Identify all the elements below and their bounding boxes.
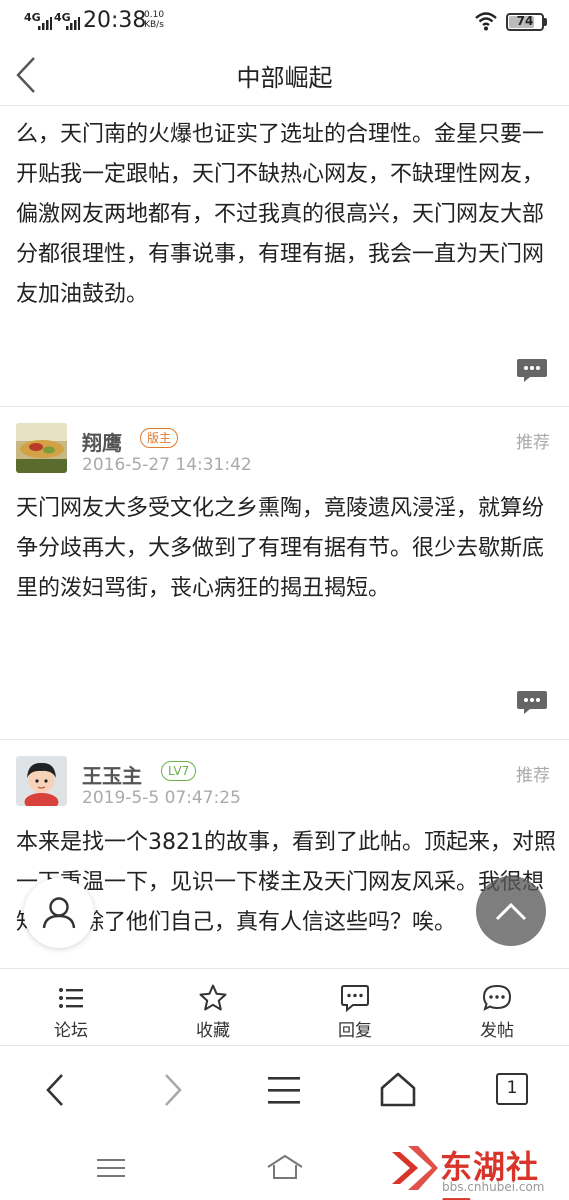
browser-nav-bar (0, 1047, 569, 1133)
post-divider (0, 739, 569, 740)
user-float-button[interactable] (24, 878, 94, 948)
post-body: 天门网友大多受文化之乡熏陶，竟陵遗风浸淫，就算纷争分歧再大，大多做到了有理有据有… (16, 496, 545, 601)
browser-forward-icon[interactable] (152, 1069, 192, 1111)
tab-new-post[interactable]: 发帖 (426, 969, 568, 1047)
watermark-url: bbs.cnhubei.com (442, 1180, 545, 1194)
battery-level: 74 (516, 14, 534, 28)
tab-reply[interactable]: 回复 (284, 969, 426, 1047)
forum-tab-bar: 论坛 收藏 回复 发帖 (0, 968, 569, 1046)
network-speed-value: 0.10 (144, 10, 165, 20)
post-body: 本来是找一个3821的故事，看到了此帖。顶起来，对照一下重温一下，见识一下楼主及… (16, 830, 556, 935)
post-author[interactable]: 翔鹰 (82, 427, 122, 456)
moderator-badge: 版主 (140, 428, 179, 448)
comment-icon (341, 985, 369, 1013)
chat-icon (482, 984, 512, 1011)
tab-label: 发帖 (480, 1021, 514, 1041)
chevron-up-icon (495, 902, 527, 921)
wifi-icon (475, 12, 497, 31)
page-header: 中部崛起 (0, 44, 569, 106)
avatar[interactable] (16, 756, 67, 806)
post-time: 2016-5-27 14:31:42 (82, 455, 252, 475)
tab-favorites[interactable]: 收藏 (142, 969, 284, 1047)
tab-label: 回复 (338, 1021, 372, 1041)
avatar[interactable] (16, 423, 67, 473)
clock: 20:38 (83, 8, 147, 33)
signal-icon (66, 17, 80, 30)
list-icon (59, 988, 83, 1008)
recent-apps-icon[interactable] (96, 1157, 126, 1179)
tab-label: 收藏 (196, 1021, 230, 1041)
status-bar: 4G 4G 20:38 0.10 KB/s 74 (0, 0, 569, 44)
post-time: 2019-5-5 07:47:25 (82, 788, 241, 808)
menu-icon[interactable] (264, 1069, 304, 1111)
network-speed-unit: KB/s (144, 20, 164, 30)
star-icon (199, 984, 227, 1011)
recommend-link[interactable]: 推荐 (516, 428, 550, 453)
watermark-logo-icon (392, 1146, 438, 1190)
tab-count-button[interactable]: 1 (496, 1073, 528, 1105)
post-divider (0, 406, 569, 407)
signal-icon (38, 17, 52, 30)
home-icon[interactable] (378, 1069, 418, 1111)
battery-tip (544, 18, 547, 26)
network-speed: 0.10 KB/s (144, 10, 164, 30)
level-badge: LV7 (161, 761, 197, 781)
user-icon (42, 897, 76, 929)
reply-comment-icon[interactable] (516, 357, 548, 383)
tab-forum[interactable]: 论坛 (0, 969, 142, 1047)
avatar-image (16, 423, 67, 473)
avatar-image (16, 756, 67, 806)
tab-label: 论坛 (54, 1021, 88, 1041)
system-home-icon[interactable] (266, 1153, 304, 1181)
browser-back-icon[interactable] (36, 1069, 76, 1111)
post-author[interactable]: 王玉主 (82, 760, 142, 789)
reply-comment-icon[interactable] (516, 689, 548, 715)
page-title: 中部崛起 (236, 64, 333, 92)
thread-content[interactable]: 么，天门南的火爆也证实了选址的合理性。金星只要一开贴我一定跟帖，天门不缺热心网友… (0, 107, 569, 968)
battery-icon: 74 (506, 13, 544, 31)
recommend-link[interactable]: 推荐 (516, 761, 550, 786)
post-body: 么，天门南的火爆也证实了选址的合理性。金星只要一开贴我一定跟帖，天门不缺热心网友… (16, 122, 545, 307)
scroll-top-button[interactable] (476, 876, 546, 946)
